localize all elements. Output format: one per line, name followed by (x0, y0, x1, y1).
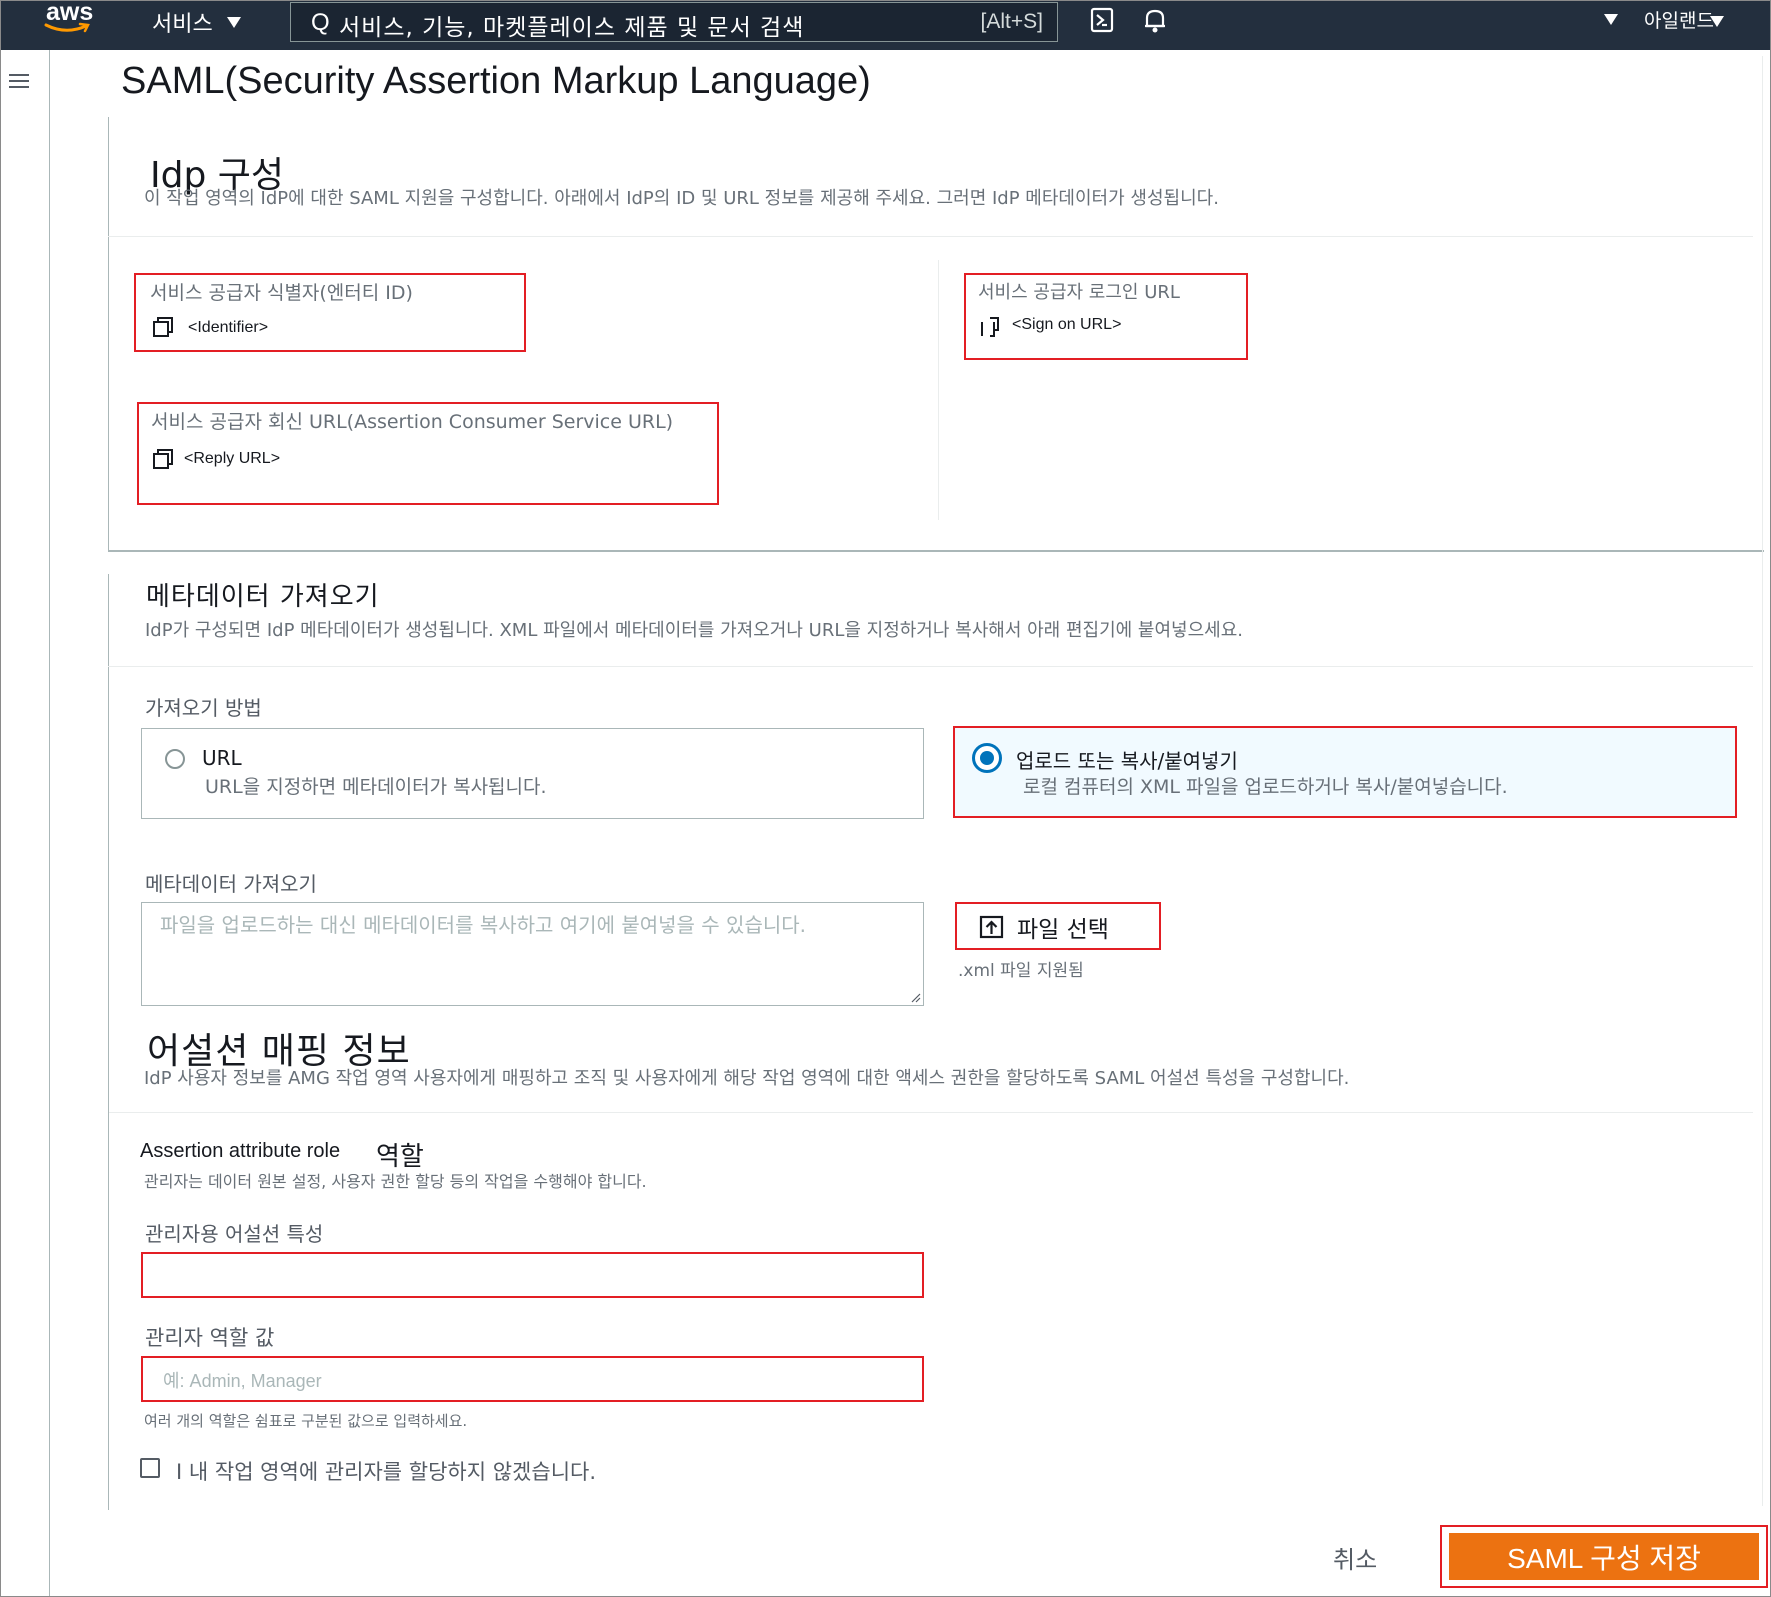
save-button-highlight: SAML 구성 저장 (1440, 1525, 1768, 1588)
copy-icon[interactable] (152, 448, 174, 470)
option-url-description: URL을 지정하면 메타데이터가 복사됩니다. (205, 776, 547, 798)
reply-url-label: 서비스 공급자 회신 URL(Assertion Consumer Servic… (151, 411, 674, 433)
admin-attribute-label: 관리자용 어설션 특성 (145, 1222, 324, 1246)
entity-id-value: <Identifier> (188, 319, 269, 336)
radio-upload-selected[interactable] (972, 743, 1002, 773)
page-title: SAML(Security Assertion Markup Language) (121, 60, 871, 102)
no-admin-checkbox-label: I 내 작업 영역에 관리자를 할당하지 않겠습니다. (176, 1460, 597, 1484)
idp-section-description: 이 작업 영역의 IdP에 대한 SAML 지원을 구성합니다. 아래에서 Id… (144, 188, 1219, 209)
region-menu[interactable]: 아일랜드 (1644, 6, 1724, 33)
assertion-section-description: IdP 사용자 정보를 AMG 작업 영역 사용자에게 매핑하고 조직 및 사용… (144, 1068, 1350, 1089)
metadata-import-label: 메타데이터 가져오기 (145, 872, 317, 896)
copy-icon[interactable] (152, 316, 174, 338)
sign-on-url-value: <Sign on URL> (1012, 316, 1122, 333)
metadata-panel-divider (108, 666, 1753, 667)
assertion-panel-left-border (108, 1010, 109, 1510)
import-option-url[interactable]: URL URL을 지정하면 메타데이터가 복사됩니다. (141, 728, 924, 819)
resize-handle-icon[interactable] (909, 991, 921, 1003)
services-label: 서비스 (152, 12, 213, 37)
caret-down-icon (1709, 16, 1724, 27)
sign-on-url-label: 서비스 공급자 로그인 URL (978, 282, 1180, 303)
aws-logo[interactable]: aws (44, 0, 100, 44)
menu-icon[interactable] (9, 74, 29, 92)
no-admin-checkbox-text: 내 작업 영역에 관리자를 할당하지 않겠습니다. (188, 1460, 597, 1484)
choose-file-button[interactable]: 파일 선택 (955, 902, 1161, 950)
no-admin-checkbox[interactable] (140, 1458, 160, 1478)
save-saml-config-button[interactable]: SAML 구성 저장 (1449, 1533, 1759, 1580)
upload-icon (979, 915, 1004, 939)
choose-file-label: 파일 선택 (1017, 917, 1109, 943)
metadata-section-title: 메타데이터 가져오기 (146, 582, 380, 612)
search-icon: Q (311, 9, 330, 36)
admin-role-hint: 여러 개의 역할은 쉼표로 구분된 값으로 입력하세요. (144, 1412, 468, 1430)
entity-id-label: 서비스 공급자 식별자(엔터티 ID) (150, 282, 413, 304)
notification-bell-icon[interactable] (1142, 6, 1168, 34)
search-shortcut: [Alt+S] (980, 10, 1043, 33)
assertion-panel-divider (108, 1112, 1753, 1113)
metadata-panel-left-border (108, 574, 109, 1010)
services-menu[interactable]: 서비스 (152, 6, 241, 38)
cloudshell-icon[interactable] (1090, 6, 1114, 34)
search-placeholder: 서비스, 기능, 마켓플레이스 제품 및 문서 검색 (339, 15, 805, 41)
metadata-textarea[interactable]: 파일을 업로드하는 대신 메타데이터를 복사하고 여기에 붙여넣을 수 있습니다… (141, 902, 924, 1006)
idp-panel-bottom-border (108, 550, 1764, 552)
cancel-button[interactable]: 취소 (1333, 1540, 1377, 1575)
reply-url-value: <Reply URL> (184, 450, 281, 467)
option-upload-title: 업로드 또는 복사/붙여넣기 (1016, 749, 1238, 773)
role-heading-en: Assertion attribute role (140, 1140, 341, 1162)
top-navigation-bar: aws 서비스 Q 서비스, 기능, 마켓플레이스 제품 및 문서 검색 [Al… (0, 0, 1771, 50)
aws-smile-icon (44, 22, 90, 33)
option-upload-description: 로컬 컴퓨터의 XML 파일을 업로드하거나 복사/붙여넣습니다. (1023, 776, 1508, 798)
panel-right-border (1762, 56, 1763, 1506)
search-input[interactable]: Q 서비스, 기능, 마켓플레이스 제품 및 문서 검색 [Alt+S] (290, 2, 1058, 42)
admin-role-input[interactable]: 예: Admin, Manager (141, 1356, 924, 1402)
copy-icon[interactable] (980, 316, 1004, 338)
caret-down-icon (226, 16, 241, 28)
import-option-upload[interactable]: 업로드 또는 복사/붙여넣기 로컬 컴퓨터의 XML 파일을 업로드하거나 복사… (953, 726, 1737, 818)
option-url-title: URL (202, 746, 242, 770)
region-label: 아일랜드 (1644, 10, 1714, 32)
admin-role-label: 관리자 역할 값 (145, 1326, 275, 1350)
idp-panel-divider (108, 236, 1753, 237)
idp-column-divider (938, 260, 939, 520)
role-description: 관리자는 데이터 원본 설정, 사용자 권한 할당 등의 작업을 수행해야 합니… (144, 1172, 647, 1191)
admin-role-placeholder: 예: Admin, Manager (163, 1371, 322, 1391)
radio-url[interactable] (165, 749, 185, 769)
import-method-label: 가져오기 방법 (145, 696, 262, 720)
metadata-textarea-placeholder: 파일을 업로드하는 대신 메타데이터를 복사하고 여기에 붙여넣을 수 있습니다… (160, 913, 807, 937)
metadata-section-description: IdP가 구성되면 IdP 메타데이터가 생성됩니다. XML 파일에서 메타데… (145, 620, 1243, 641)
file-type-hint: .xml 파일 지원됨 (958, 961, 1084, 981)
support-menu-caret-icon[interactable] (1604, 14, 1618, 25)
idp-panel-left-border (108, 117, 109, 551)
side-navigation-rail (0, 50, 50, 1597)
admin-attribute-input[interactable] (141, 1252, 924, 1298)
